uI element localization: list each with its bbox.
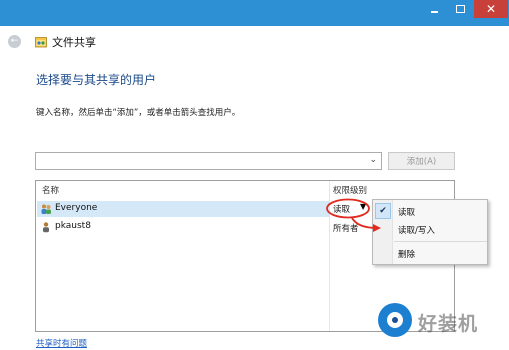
- user-icon: [43, 222, 49, 233]
- maximize-button[interactable]: [448, 0, 472, 18]
- chevron-down-icon[interactable]: ⌄: [369, 155, 377, 165]
- watermark-logo-icon: [378, 303, 412, 337]
- instruction-text: 键入名称，然后单击“添加”，或者单击箭头查找用户。: [36, 108, 241, 118]
- menu-separator: [394, 241, 487, 242]
- table-row-everyone[interactable]: Everyone: [37, 201, 329, 217]
- user-name-combobox[interactable]: ⌄: [35, 152, 382, 170]
- file-share-icon: [35, 37, 47, 48]
- minimize-button[interactable]: [422, 0, 446, 18]
- dialog-title: 文件共享: [52, 36, 96, 49]
- menu-gutter: ✔: [373, 200, 393, 264]
- column-header-permission[interactable]: 权限级别: [333, 184, 367, 196]
- back-arrow-icon[interactable]: ←: [8, 35, 21, 48]
- menu-item-read[interactable]: 读取: [394, 203, 487, 221]
- menu-item-remove[interactable]: 删除: [394, 245, 487, 263]
- checkmark-icon: ✔: [375, 203, 391, 219]
- owner-permission-label: 所有者: [333, 224, 359, 234]
- table-row-pkaust8[interactable]: pkaust8: [37, 219, 329, 235]
- permission-menu: ✔ 读取 读取/写入 删除: [372, 199, 488, 265]
- close-button[interactable]: ✕: [474, 0, 508, 18]
- navigation-bar: ← 文件共享: [0, 26, 509, 58]
- sharing-help-link[interactable]: 共享时有问题: [36, 337, 87, 349]
- window-titlebar: ✕: [0, 0, 509, 26]
- permission-value: 读取: [333, 205, 351, 215]
- user-name: pkaust8: [55, 221, 91, 231]
- dropdown-arrow-icon[interactable]: ▼: [360, 202, 366, 211]
- menu-item-read-write[interactable]: 读取/写入: [394, 221, 487, 239]
- group-icon: [41, 204, 51, 214]
- user-name: Everyone: [55, 203, 98, 213]
- add-button[interactable]: 添加(A): [388, 152, 455, 170]
- permission-dropdown[interactable]: 读取 ▼: [330, 201, 370, 217]
- column-header-name[interactable]: 名称: [42, 184, 59, 196]
- watermark-text: 好装机: [418, 313, 479, 335]
- page-heading: 选择要与其共享的用户: [36, 73, 157, 87]
- watermark: 好装机: [372, 300, 509, 350]
